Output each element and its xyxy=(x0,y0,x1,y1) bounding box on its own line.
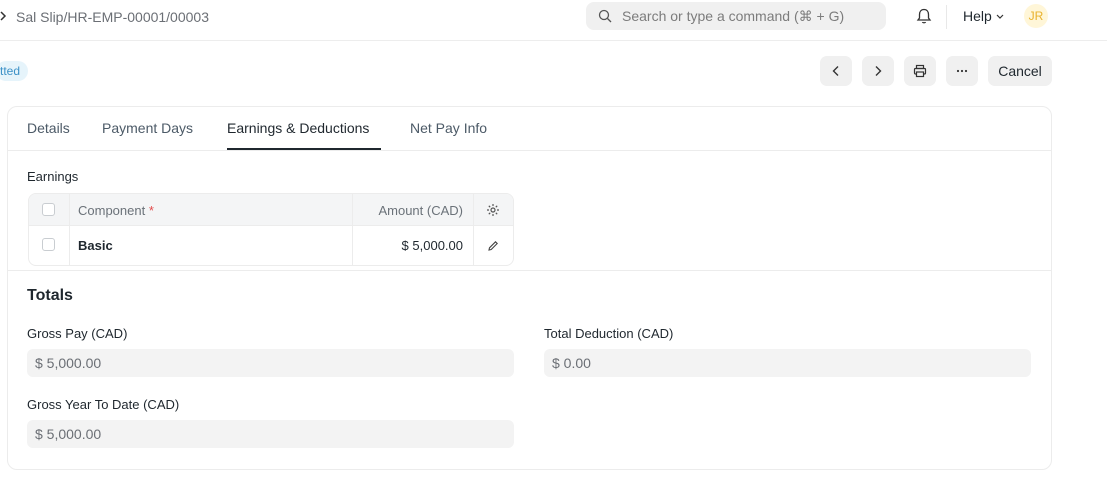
chevron-right-icon xyxy=(875,66,882,76)
breadcrumb[interactable]: Sal Slip/HR-EMP-00001/00003 xyxy=(16,9,209,25)
column-divider xyxy=(69,194,70,265)
printer-icon xyxy=(913,64,927,78)
chevron-left-icon xyxy=(832,66,839,76)
tab-details[interactable]: Details xyxy=(27,120,70,136)
form-card: Details Payment Days Earnings & Deductio… xyxy=(7,106,1052,470)
earnings-table: Component * Amount (CAD) Basic $ 5,000.0… xyxy=(28,193,514,266)
tab-earnings-deductions[interactable]: Earnings & Deductions xyxy=(227,120,369,136)
more-icon xyxy=(956,69,968,73)
select-all-checkbox[interactable] xyxy=(42,203,55,216)
table-row[interactable]: Basic $ 5,000.00 xyxy=(29,226,513,265)
table-header: Component * Amount (CAD) xyxy=(29,194,513,226)
status-badge: tted xyxy=(0,61,29,81)
gross-ytd-field: $ 5,000.00 xyxy=(27,420,514,448)
chevron-down-icon xyxy=(996,14,1004,19)
column-divider xyxy=(352,194,353,265)
totals-title: Totals xyxy=(27,287,73,304)
chevron-right-icon xyxy=(0,9,8,26)
column-header-component: Component * xyxy=(78,203,154,218)
row-checkbox[interactable] xyxy=(42,238,55,251)
bell-icon[interactable] xyxy=(915,7,933,30)
help-label: Help xyxy=(963,8,992,24)
cancel-button[interactable]: Cancel xyxy=(988,56,1052,86)
search-bar[interactable] xyxy=(586,2,886,30)
gross-ytd-label: Gross Year To Date (CAD) xyxy=(27,397,180,412)
tab-payment-days[interactable]: Payment Days xyxy=(102,120,193,136)
total-deduction-field: $ 0.00 xyxy=(544,349,1031,377)
total-deduction-label: Total Deduction (CAD) xyxy=(544,326,674,341)
gross-pay-field: $ 5,000.00 xyxy=(27,349,514,377)
amount-cell[interactable]: $ 5,000.00 xyxy=(402,238,463,253)
navbar: Sal Slip/HR-EMP-00001/00003 Help JR xyxy=(0,0,1107,41)
search-input[interactable] xyxy=(622,6,872,26)
column-header-amount: Amount (CAD) xyxy=(378,203,463,218)
active-tab-indicator xyxy=(227,148,381,150)
section-divider xyxy=(8,270,1051,271)
print-button[interactable] xyxy=(904,56,936,86)
more-button[interactable] xyxy=(946,56,978,86)
tab-net-pay-info[interactable]: Net Pay Info xyxy=(410,120,487,136)
next-button[interactable] xyxy=(862,56,894,86)
gross-pay-label: Gross Pay (CAD) xyxy=(27,326,128,341)
search-icon xyxy=(598,9,612,23)
previous-button[interactable] xyxy=(820,56,852,86)
pencil-icon[interactable] xyxy=(487,239,499,257)
navbar-divider xyxy=(946,5,947,29)
tab-bar: Details Payment Days Earnings & Deductio… xyxy=(8,107,1051,151)
component-cell[interactable]: Basic xyxy=(78,238,113,253)
gear-icon[interactable] xyxy=(486,203,500,222)
column-divider xyxy=(473,194,474,265)
avatar[interactable]: JR xyxy=(1024,4,1048,28)
earnings-label: Earnings xyxy=(27,169,79,184)
help-menu[interactable]: Help xyxy=(963,8,1005,24)
